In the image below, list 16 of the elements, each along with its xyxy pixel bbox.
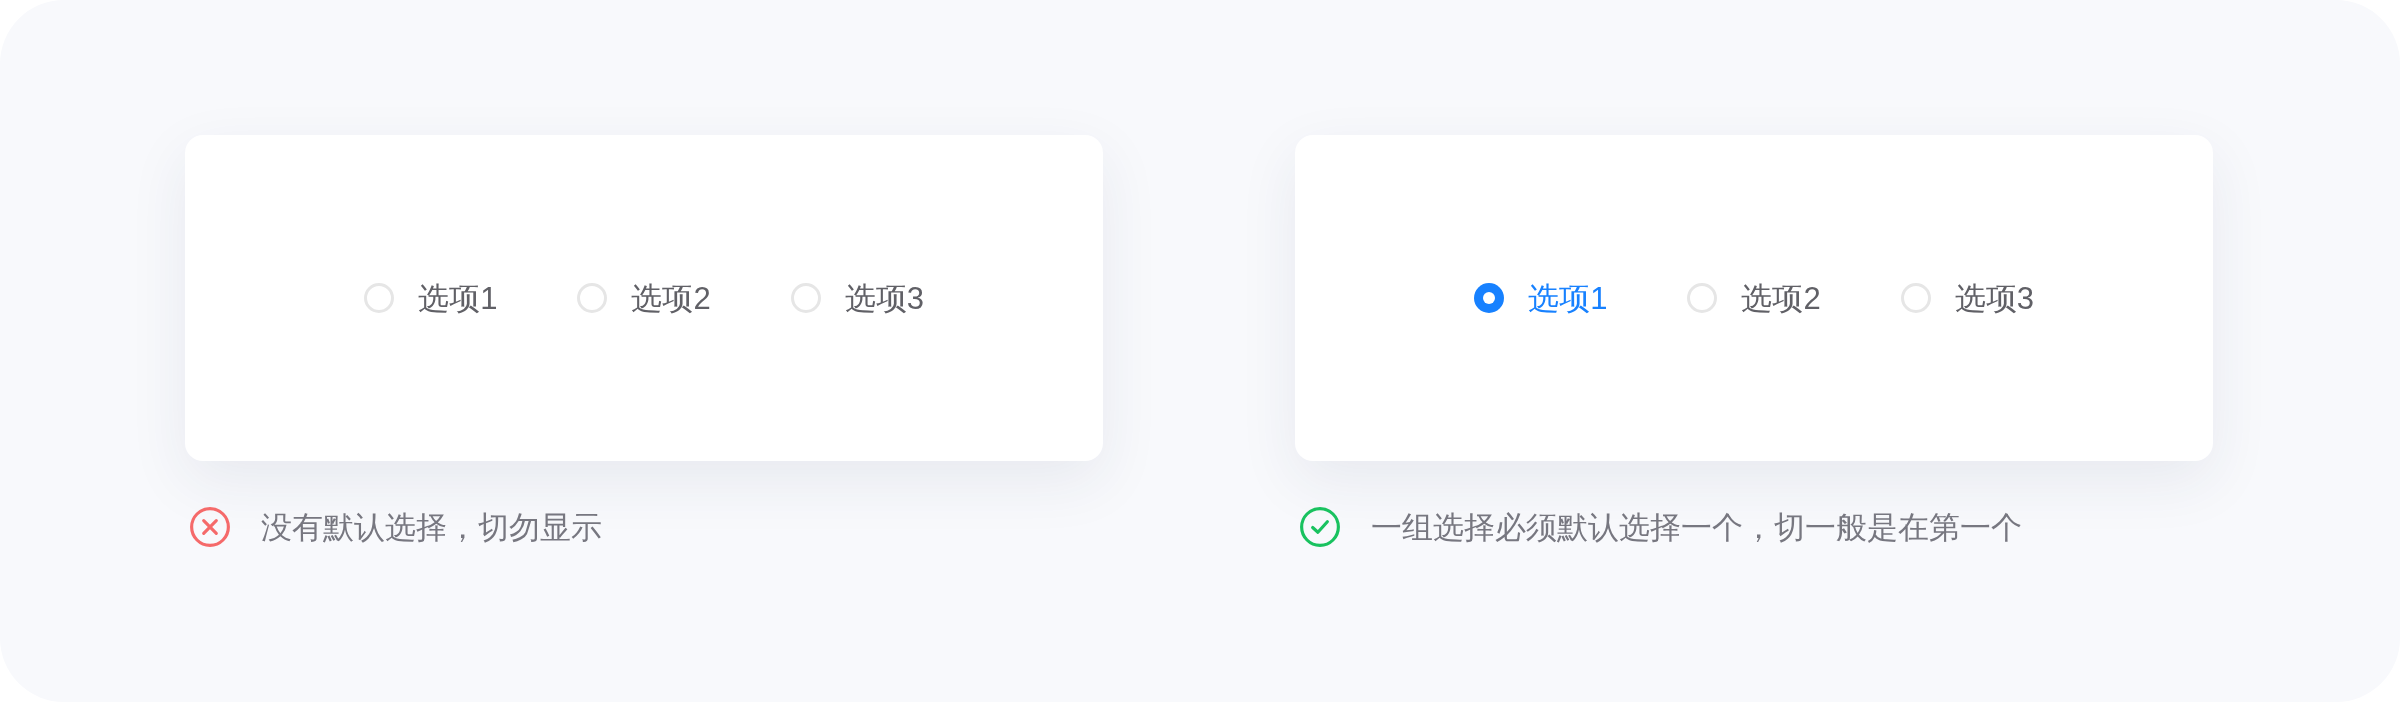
option-label[interactable]: 选项1 [1528, 282, 1608, 314]
caption-text: 一组选择必须默认选择一个，切一般是在第一个 [1371, 511, 2022, 543]
caption-text: 没有默认选择，切勿显示 [261, 511, 602, 543]
option-label[interactable]: 选项2 [1741, 282, 1821, 314]
radio-button[interactable] [1474, 283, 1505, 313]
radio-button[interactable] [1900, 283, 1931, 313]
option-label[interactable]: 选项2 [631, 282, 711, 314]
radio-button[interactable] [790, 283, 821, 313]
radio-button[interactable] [364, 283, 395, 313]
radio-button[interactable] [1687, 283, 1718, 313]
option-label[interactable]: 选项3 [1954, 282, 2034, 314]
radio-button[interactable] [577, 283, 608, 313]
option-label[interactable]: 选项3 [844, 282, 924, 314]
option-label[interactable]: 选项1 [418, 282, 498, 314]
error-icon [189, 506, 231, 548]
success-icon [1299, 506, 1341, 548]
